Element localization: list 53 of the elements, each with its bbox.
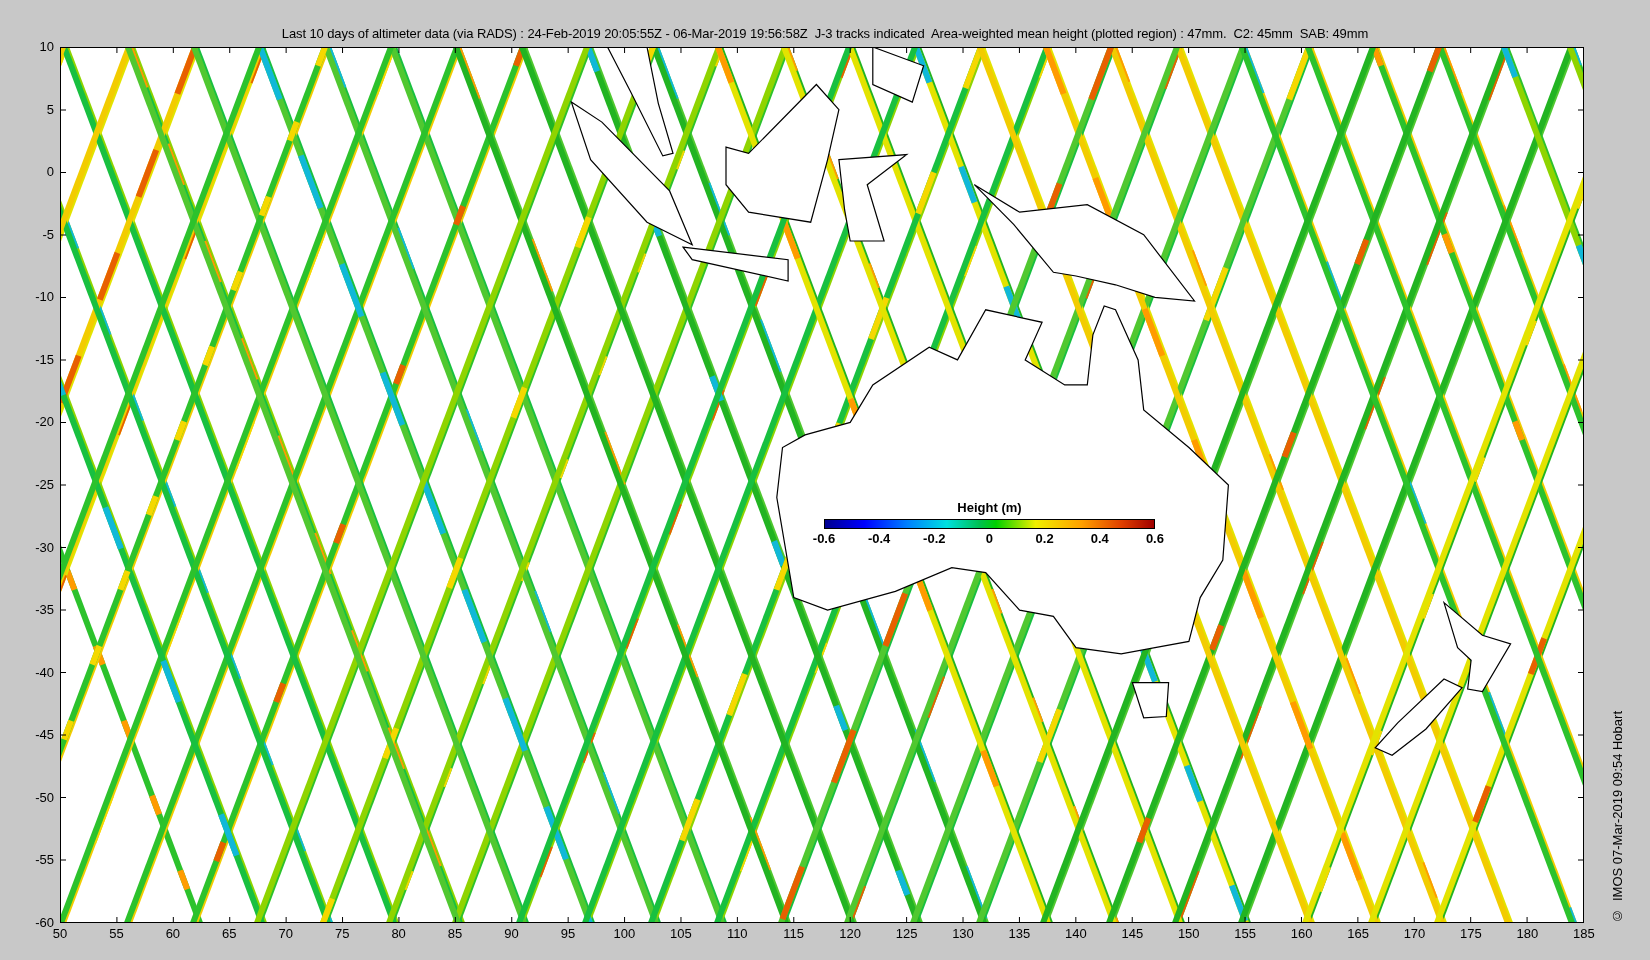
x-axis-label: 160 — [1289, 926, 1314, 942]
x-axis-label: 50 — [52, 926, 69, 942]
x-axis-label: 170 — [1402, 926, 1427, 942]
x-axis-label: 100 — [612, 926, 637, 942]
colorbar-tick-label: 0.2 — [1034, 531, 1055, 546]
x-axis-label: 75 — [333, 926, 351, 942]
y-axis-label: 5 — [46, 101, 54, 118]
colorbar-title: Height (m) — [957, 500, 1022, 515]
colorbar-tick-label: -0.4 — [866, 531, 892, 546]
y-axis-label: -40 — [35, 664, 54, 681]
x-axis-label: 90 — [503, 926, 520, 942]
y-axis-label: 0 — [46, 164, 54, 181]
colorbar-tick-label: 0 — [984, 531, 995, 546]
y-axis-label: -20 — [35, 414, 54, 431]
y-axis-label: -55 — [35, 852, 54, 869]
y-axis-label: -45 — [35, 727, 54, 744]
x-axis-label: 175 — [1459, 926, 1483, 942]
x-axis-label: 60 — [164, 926, 182, 942]
x-axis-label: 105 — [668, 926, 693, 942]
colorbar-tick-label: -0.6 — [811, 531, 837, 546]
x-axis-label: 155 — [1233, 926, 1258, 942]
y-axis-label: -30 — [35, 539, 54, 556]
y-axis-label: -60 — [35, 914, 54, 930]
colorbar-tick-label: -0.2 — [922, 531, 947, 546]
x-axis-label: 135 — [1007, 926, 1032, 942]
x-axis-label: 125 — [894, 926, 919, 942]
y-axis-label: -25 — [35, 476, 54, 493]
y-axis-label: -35 — [35, 602, 54, 619]
x-axis-label: 95 — [559, 926, 577, 942]
x-axis-label: 70 — [277, 926, 294, 942]
x-axis-label: 120 — [838, 926, 862, 942]
x-axis-label: 110 — [725, 926, 749, 942]
y-axis-label: 10 — [39, 39, 54, 55]
x-axis-label: 185 — [1571, 926, 1596, 942]
colorbar-tick-label: 0.4 — [1089, 531, 1110, 546]
y-axis-label: -10 — [35, 289, 54, 306]
x-axis-label: 55 — [108, 926, 125, 942]
y-axis-label: -5 — [42, 226, 54, 243]
x-axis-label: 115 — [782, 926, 806, 942]
x-axis-label: 80 — [390, 926, 407, 942]
x-axis-label: 130 — [951, 926, 975, 942]
colorbar-tick-label: 0.6 — [1144, 531, 1165, 546]
x-axis-label: 85 — [446, 926, 464, 942]
credit-text: © IMOS 07-Mar-2019 09:54 Hobart — [1609, 710, 1625, 923]
x-axis-label: 140 — [1064, 926, 1088, 942]
plot-title: Last 10 days of altimeter data (via RADS) : 24-Feb-2019 20:05:55Z - 06-Mar-2019 19:56:58Z J-3 tracks indicated Area-weighted mean height (plotted region) : 47mm. C2: 45mm SAB: 49mm — [281, 26, 1369, 41]
x-axis-label: 180 — [1515, 926, 1540, 942]
y-axis-label: -15 — [35, 351, 54, 368]
x-axis-label: 165 — [1346, 926, 1370, 942]
x-axis-label: 145 — [1120, 926, 1145, 942]
x-axis-label: 65 — [221, 926, 238, 942]
x-axis-label: 150 — [1176, 926, 1201, 942]
y-axis-label: -50 — [35, 789, 54, 806]
